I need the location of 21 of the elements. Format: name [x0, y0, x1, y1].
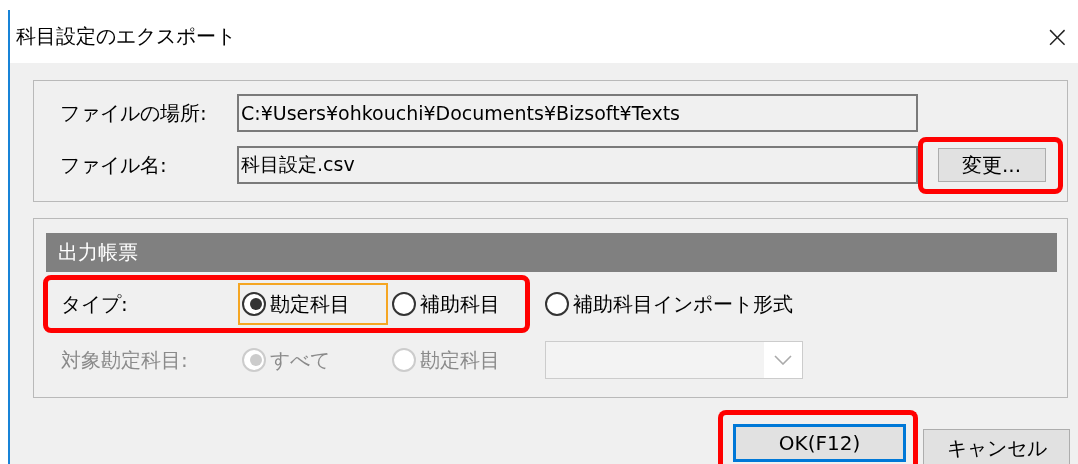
window-title: 科目設定のエクスポート: [16, 23, 236, 50]
field-label: 対象勘定科目:: [61, 346, 189, 374]
radio-label: 補助科目: [420, 290, 500, 318]
section-header: 出力帳票: [46, 233, 1057, 272]
dialog-button[interactable]: OK(F12): [733, 424, 906, 462]
dialog-button[interactable]: キャンセル: [923, 429, 1070, 464]
field-label: ファイル名:: [60, 151, 168, 179]
radio-label: 補助科目インポート形式: [573, 290, 793, 318]
radio-button[interactable]: [392, 292, 416, 316]
change-button[interactable]: 変更...: [937, 148, 1046, 182]
radio-button[interactable]: [545, 292, 569, 316]
location-field[interactable]: C:¥Users¥ohkouchi¥Documents¥Bizsoft¥Texts: [237, 94, 918, 132]
radio-label: 勘定科目: [420, 346, 500, 374]
close-button[interactable]: ×: [1044, 19, 1070, 54]
radio-button[interactable]: [242, 292, 266, 316]
radio-label: すべて: [270, 346, 330, 374]
field-label: ファイルの場所:: [60, 99, 208, 127]
filename-field[interactable]: 科目設定.csv: [237, 146, 918, 184]
radio-label: 勘定科目: [270, 290, 350, 318]
chevron-down-icon: [774, 355, 792, 365]
field-label: タイプ:: [61, 290, 129, 318]
